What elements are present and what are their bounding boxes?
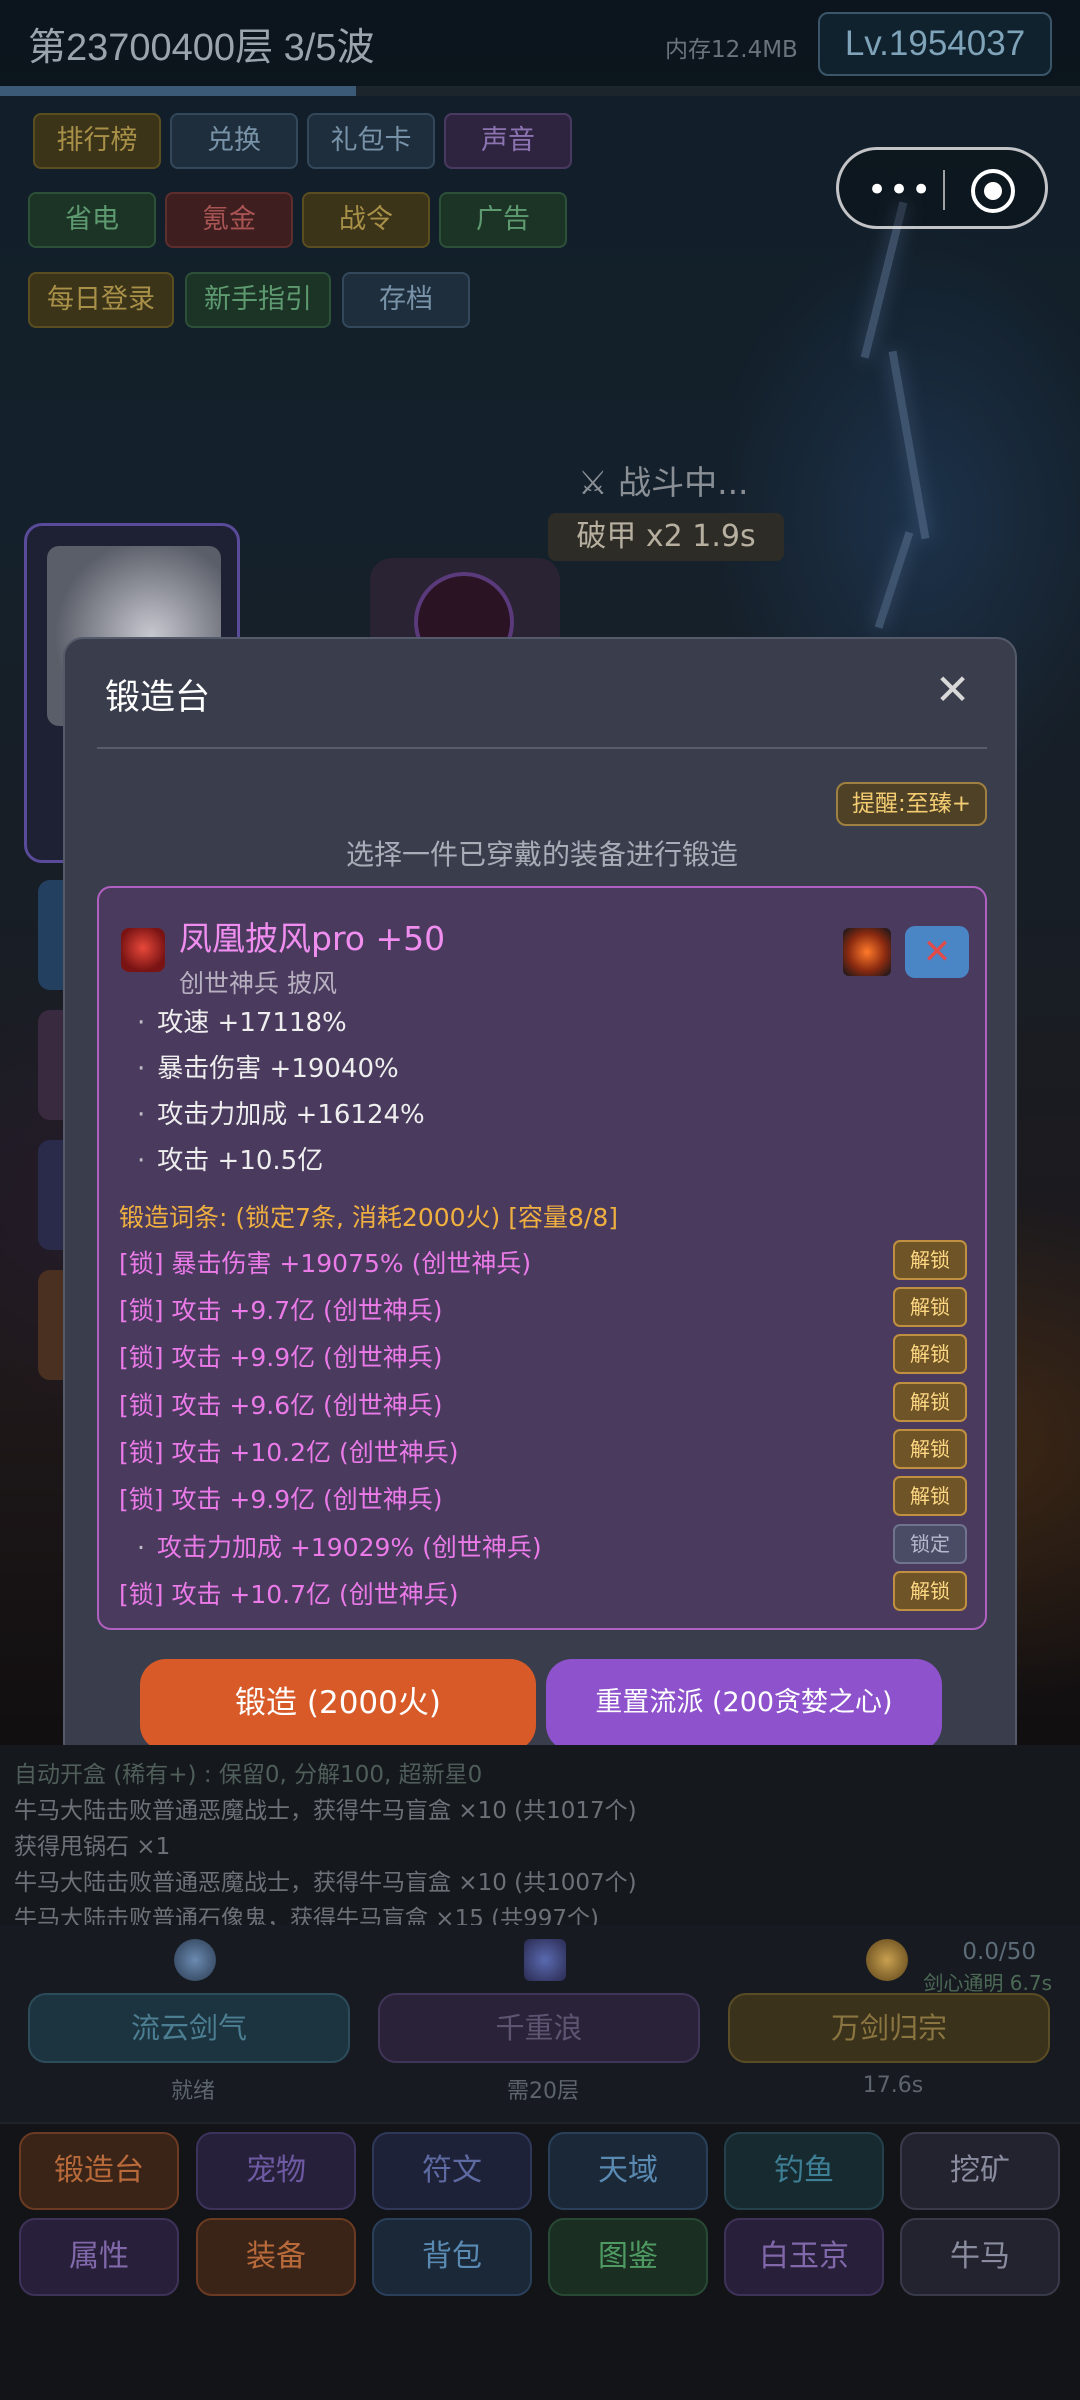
wave-progress-fill xyxy=(0,86,357,96)
nav-sky-domain[interactable]: 天域 xyxy=(548,2132,708,2210)
nav-fishing[interactable]: 钓鱼 xyxy=(724,2132,884,2210)
skill-button[interactable]: 千重浪 xyxy=(378,1993,700,2063)
sound-button[interactable]: 声音 xyxy=(444,113,572,169)
forge-modal: 锻造台 ✕ 提醒:至臻+ 选择一件已穿戴的装备进行锻造 凤凰披风pro +50 … xyxy=(63,637,1017,1763)
daily-login-button[interactable]: 每日登录 xyxy=(28,272,174,328)
nav-equipment[interactable]: 装备 xyxy=(196,2218,356,2296)
nav-forge[interactable]: 锻造台 xyxy=(19,2132,179,2210)
wind-sword-icon xyxy=(174,1939,216,1981)
forge-button[interactable]: 锻造 (2000火) xyxy=(140,1659,536,1751)
ads-button[interactable]: 广告 xyxy=(439,192,567,248)
stat-line: · 暴击伤害 +19040% xyxy=(137,1054,399,1084)
affix-row: [锁] 攻击 +9.9亿 (创世神兵) xyxy=(119,1343,443,1372)
gift-card-button[interactable]: 礼包卡 xyxy=(307,113,435,169)
memory-usage: 内存12.4MB xyxy=(665,37,798,63)
skill-button[interactable]: 万剑归宗 xyxy=(728,1993,1050,2063)
battle-status: ⚔ 战斗中... xyxy=(578,463,749,502)
reset-school-button[interactable]: 重置流派 (200贪婪之心) xyxy=(546,1659,942,1751)
stat-line: · 攻击力加成 +16124% xyxy=(137,1100,425,1130)
equipment-panel: 凤凰披风pro +50 创世神兵 披风 ✕ · 攻速 +17118% · 暴击伤害 … xyxy=(97,886,987,1630)
unlock-button[interactable]: 解锁 xyxy=(893,1382,967,1422)
sword-coin-icon xyxy=(866,1939,908,1981)
affix-row: [锁] 攻击 +10.2亿 (创世神兵) xyxy=(119,1438,459,1467)
leaderboard-button[interactable]: 排行榜 xyxy=(33,113,161,169)
unlock-button[interactable]: 解锁 xyxy=(893,1287,967,1327)
tutorial-button[interactable]: 新手指引 xyxy=(185,272,331,328)
redeem-button[interactable]: 兑换 xyxy=(170,113,298,169)
buff-tag: 破甲 x2 1.9s xyxy=(548,513,784,561)
nav-pet[interactable]: 宠物 xyxy=(196,2132,356,2210)
bottom-nav: 锻造台 宠物 符文 天域 钓鱼 挖矿 属性 装备 背包 图鉴 白玉京 牛马 xyxy=(0,2122,1080,2400)
divider xyxy=(97,747,987,749)
unlock-button[interactable]: 解锁 xyxy=(893,1571,967,1611)
skill-bar: 流云剑气 就绪 千重浪 需20层 0.0/50 剑心通明 6.7s 万剑归宗 1… xyxy=(0,1925,1080,2122)
remove-equipment-button[interactable]: ✕ xyxy=(905,926,969,978)
log-line: 自动开盒 (稀有+) : 保留0, 分解100, 超新星0 xyxy=(14,1762,483,1788)
affix-row: [锁] 攻击 +9.9亿 (创世神兵) xyxy=(119,1485,443,1514)
nav-jade-capital[interactable]: 白玉京 xyxy=(724,2218,884,2296)
power-save-button[interactable]: 省电 xyxy=(28,192,156,248)
affix-row-unlocked: · 攻击力加成 +19029% (创世神兵) xyxy=(137,1533,542,1562)
battle-pass-button[interactable]: 战令 xyxy=(302,192,430,248)
wave-icon xyxy=(524,1939,566,1981)
unlock-button[interactable]: 解锁 xyxy=(893,1476,967,1516)
nav-rune[interactable]: 符文 xyxy=(372,2132,532,2210)
skill-slot: 0.0/50 剑心通明 6.7s 万剑归宗 17.6s xyxy=(724,1925,1062,2115)
battle-log[interactable]: 自动开盒 (稀有+) : 保留0, 分解100, 超新星0 牛马大陆击败普通恶魔… xyxy=(0,1745,1080,1925)
skill-status: 17.6s xyxy=(862,2073,924,2098)
nav-codex[interactable]: 图鉴 xyxy=(548,2218,708,2296)
remind-badge[interactable]: 提醒:至臻+ xyxy=(836,782,987,826)
wave-progress-bar xyxy=(0,86,1080,96)
affix-row: [锁] 攻击 +9.6亿 (创世神兵) xyxy=(119,1391,443,1420)
equipment-subtitle: 创世神兵 披风 xyxy=(179,969,337,998)
skill-charge: 0.0/50 xyxy=(962,1939,1036,1965)
nav-attributes[interactable]: 属性 xyxy=(19,2218,179,2296)
select-hint: 选择一件已穿戴的装备进行锻造 xyxy=(345,838,738,871)
equipment-name: 凤凰披风pro +50 xyxy=(179,919,446,958)
enemy-card xyxy=(370,558,560,672)
stat-line: · 攻击 +10.5亿 xyxy=(137,1146,324,1176)
phoenix-icon xyxy=(121,928,165,972)
forge-affix-header: 锻造词条: (锁定7条, 消耗2000火) [容量8/8] xyxy=(119,1203,618,1232)
affix-row: [锁] 攻击 +9.7亿 (创世神兵) xyxy=(119,1296,443,1325)
close-icon[interactable]: ✕ xyxy=(935,669,970,711)
skill-buff-timer: 剑心通明 6.7s xyxy=(923,1971,1052,1995)
skill-status: 需20层 xyxy=(507,2079,579,2104)
save-button[interactable]: 存档 xyxy=(342,272,470,328)
skill-status: 就绪 xyxy=(170,2079,215,2104)
skill-button[interactable]: 流云剑气 xyxy=(28,1993,350,2063)
stage-indicator: 第23700400层 3/5波 xyxy=(28,27,375,69)
log-line: 牛马大陆击败普通恶魔战士，获得牛马盲盒 ×10 (共1017个) xyxy=(14,1798,637,1824)
top-bar: 第23700400层 3/5波 内存12.4MB Lv.1954037 xyxy=(0,0,1080,88)
nav-backpack[interactable]: 背包 xyxy=(372,2218,532,2296)
top-up-button[interactable]: 氪金 xyxy=(165,192,293,248)
lock-button[interactable]: 锁定 xyxy=(893,1524,967,1564)
stat-line: · 攻速 +17118% xyxy=(137,1008,347,1038)
nav-niuma[interactable]: 牛马 xyxy=(900,2218,1060,2296)
equipment-thumbnail xyxy=(843,928,891,976)
affix-row: [锁] 暴击伤害 +19075% (创世神兵) xyxy=(119,1249,532,1278)
miniprogram-capsule: ••• xyxy=(836,147,1048,229)
log-line: 牛马大陆击败普通恶魔战士，获得牛马盲盒 ×10 (共1007个) xyxy=(14,1870,637,1896)
more-icon[interactable]: ••• xyxy=(867,170,933,210)
unlock-button[interactable]: 解锁 xyxy=(893,1240,967,1280)
level-badge: Lv.1954037 xyxy=(818,12,1052,76)
affix-row: [锁] 攻击 +10.7亿 (创世神兵) xyxy=(119,1580,459,1609)
skill-slot: 千重浪 需20层 xyxy=(374,1925,712,2115)
nav-mining[interactable]: 挖矿 xyxy=(900,2132,1060,2210)
log-line: 获得甩锅石 ×1 xyxy=(14,1834,171,1860)
close-target-icon[interactable] xyxy=(971,169,1015,213)
log-line: 牛马大陆击败普通石像鬼，获得牛马盲盒 ×15 (共997个) xyxy=(14,1906,600,1925)
unlock-button[interactable]: 解锁 xyxy=(893,1334,967,1374)
skill-slot: 流云剑气 就绪 xyxy=(24,1925,362,2115)
modal-title: 锻造台 xyxy=(105,678,211,718)
unlock-button[interactable]: 解锁 xyxy=(893,1429,967,1469)
